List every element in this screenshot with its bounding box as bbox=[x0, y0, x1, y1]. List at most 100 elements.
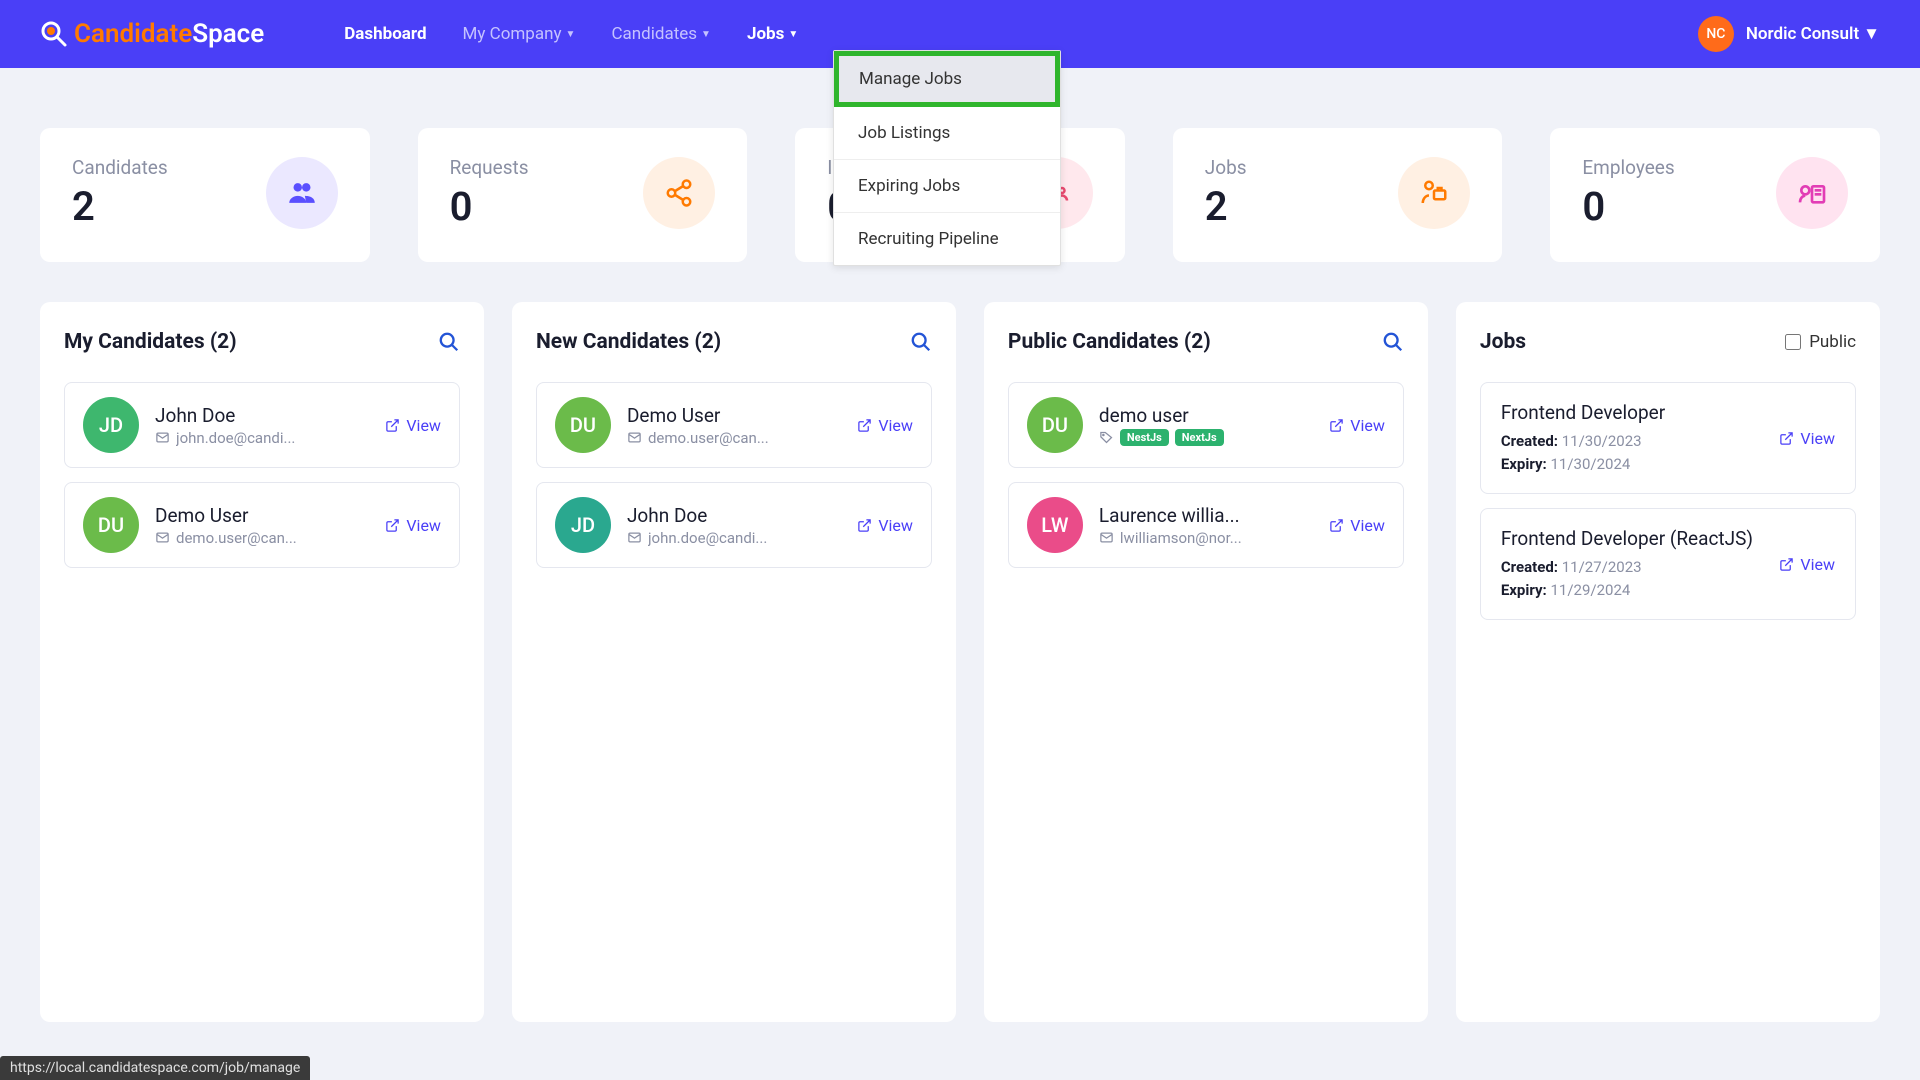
stat-jobs[interactable]: Jobs 2 bbox=[1173, 128, 1503, 262]
chevron-down-icon: ▼ bbox=[1863, 24, 1880, 44]
share-icon bbox=[643, 157, 715, 229]
job-card: Frontend Developer Created: 11/30/2023 E… bbox=[1480, 382, 1856, 494]
job-card: Frontend Developer (ReactJS) Created: 11… bbox=[1480, 508, 1856, 620]
stat-requests[interactable]: Requests 0 bbox=[418, 128, 748, 262]
logo-icon bbox=[40, 20, 68, 48]
candidate-name: John Doe bbox=[627, 504, 841, 527]
mail-icon bbox=[155, 530, 170, 545]
status-bar-url: https://local.candidatespace.com/job/man… bbox=[0, 1056, 310, 1080]
panel-title: New Candidates (2) bbox=[536, 330, 721, 354]
chevron-down-icon: ▼ bbox=[701, 29, 711, 40]
chevron-down-icon: ▼ bbox=[788, 29, 798, 40]
candidate-card: JD John Doe john.doe@candi... View bbox=[536, 482, 932, 568]
view-link[interactable]: View bbox=[1329, 516, 1385, 535]
candidate-name: demo user bbox=[1099, 404, 1313, 427]
stat-label: Jobs bbox=[1205, 156, 1247, 179]
jobs-dropdown: Manage Jobs Job Listings Expiring Jobs R… bbox=[833, 50, 1061, 266]
users-icon bbox=[266, 157, 338, 229]
candidate-card: DU Demo User demo.user@can... View bbox=[64, 482, 460, 568]
dropdown-item-expiring-jobs[interactable]: Expiring Jobs bbox=[834, 160, 1060, 213]
avatar: LW bbox=[1027, 497, 1083, 553]
external-link-icon bbox=[1779, 557, 1794, 572]
view-link[interactable]: View bbox=[857, 516, 913, 535]
panel-title: My Candidates (2) bbox=[64, 330, 237, 354]
candidate-email: john.doe@candi... bbox=[155, 429, 369, 447]
candidate-email: demo.user@can... bbox=[155, 529, 369, 547]
mail-icon bbox=[155, 430, 170, 445]
candidate-name: John Doe bbox=[155, 404, 369, 427]
stat-value: 2 bbox=[1205, 183, 1247, 230]
view-link[interactable]: View bbox=[1779, 429, 1835, 448]
nav-jobs-label: Jobs bbox=[747, 24, 784, 44]
tag-badge: NextJs bbox=[1175, 429, 1224, 446]
search-icon[interactable] bbox=[910, 331, 932, 353]
stat-value: 2 bbox=[72, 183, 168, 230]
view-link[interactable]: View bbox=[1329, 416, 1385, 435]
mail-icon bbox=[627, 430, 642, 445]
panel-title: Public Candidates (2) bbox=[1008, 330, 1211, 354]
job-title: Frontend Developer (ReactJS) bbox=[1501, 527, 1780, 550]
nav: Dashboard My Company ▼ Candidates ▼ Jobs… bbox=[344, 24, 798, 44]
public-label: Public bbox=[1809, 332, 1856, 352]
panel-my-candidates: My Candidates (2) JD John Doe john.doe@c… bbox=[40, 302, 484, 1022]
external-link-icon bbox=[1329, 418, 1344, 433]
nav-dashboard[interactable]: Dashboard bbox=[344, 24, 426, 44]
chevron-down-icon: ▼ bbox=[566, 29, 576, 40]
avatar: DU bbox=[555, 397, 611, 453]
panel-public-candidates: Public Candidates (2) DU demo user NestJ… bbox=[984, 302, 1428, 1022]
public-checkbox[interactable] bbox=[1785, 334, 1801, 350]
stat-employees[interactable]: Employees 0 bbox=[1550, 128, 1880, 262]
user-menu[interactable]: NC Nordic Consult ▼ bbox=[1698, 16, 1880, 52]
mail-icon bbox=[1099, 530, 1114, 545]
nav-my-company[interactable]: My Company ▼ bbox=[463, 24, 576, 44]
stat-value: 0 bbox=[1582, 183, 1674, 230]
panel-title: Jobs bbox=[1480, 330, 1526, 354]
user-avatar: NC bbox=[1698, 16, 1734, 52]
external-link-icon bbox=[857, 418, 872, 433]
external-link-icon bbox=[1329, 518, 1344, 533]
job-title: Frontend Developer bbox=[1501, 401, 1780, 424]
candidate-email: john.doe@candi... bbox=[627, 529, 841, 547]
candidate-card: DU demo user NestJs NextJs View bbox=[1008, 382, 1404, 468]
view-link[interactable]: View bbox=[857, 416, 913, 435]
view-link[interactable]: View bbox=[1779, 555, 1835, 574]
stat-label: Candidates bbox=[72, 156, 168, 179]
candidate-name: Demo User bbox=[155, 504, 369, 527]
briefcase-icon bbox=[1398, 157, 1470, 229]
nav-candidates-label: Candidates bbox=[611, 24, 697, 44]
panel-new-candidates: New Candidates (2) DU Demo User demo.use… bbox=[512, 302, 956, 1022]
nav-my-company-label: My Company bbox=[463, 24, 562, 44]
id-card-icon bbox=[1776, 157, 1848, 229]
user-name: Nordic Consult ▼ bbox=[1746, 24, 1880, 44]
dropdown-item-recruiting-pipeline[interactable]: Recruiting Pipeline bbox=[834, 213, 1060, 265]
stat-label: Requests bbox=[450, 156, 529, 179]
external-link-icon bbox=[385, 518, 400, 533]
public-toggle[interactable]: Public bbox=[1785, 332, 1856, 352]
search-icon[interactable] bbox=[438, 331, 460, 353]
dropdown-item-job-listings[interactable]: Job Listings bbox=[834, 107, 1060, 160]
avatar: DU bbox=[83, 497, 139, 553]
external-link-icon bbox=[385, 418, 400, 433]
nav-jobs[interactable]: Jobs ▼ bbox=[747, 24, 798, 44]
logo-text: CandidateSpace bbox=[74, 19, 264, 49]
view-link[interactable]: View bbox=[385, 516, 441, 535]
avatar: JD bbox=[555, 497, 611, 553]
view-link[interactable]: View bbox=[385, 416, 441, 435]
mail-icon bbox=[627, 530, 642, 545]
tag-badge: NestJs bbox=[1120, 429, 1169, 446]
logo[interactable]: CandidateSpace bbox=[40, 19, 264, 49]
candidate-card: DU Demo User demo.user@can... View bbox=[536, 382, 932, 468]
dropdown-item-manage-jobs[interactable]: Manage Jobs bbox=[834, 51, 1060, 107]
stat-candidates[interactable]: Candidates 2 bbox=[40, 128, 370, 262]
candidate-name: Demo User bbox=[627, 404, 841, 427]
tag-icon bbox=[1099, 430, 1114, 445]
search-icon[interactable] bbox=[1382, 331, 1404, 353]
nav-candidates[interactable]: Candidates ▼ bbox=[611, 24, 711, 44]
external-link-icon bbox=[857, 518, 872, 533]
candidate-email: lwilliamson@nor... bbox=[1099, 529, 1313, 547]
candidate-card: LW Laurence willia... lwilliamson@nor...… bbox=[1008, 482, 1404, 568]
panel-jobs: Jobs Public Frontend Developer Created: … bbox=[1456, 302, 1880, 1022]
avatar: DU bbox=[1027, 397, 1083, 453]
job-meta: Created: 11/27/2023 Expiry: 11/29/2024 bbox=[1501, 556, 1780, 601]
external-link-icon bbox=[1779, 431, 1794, 446]
